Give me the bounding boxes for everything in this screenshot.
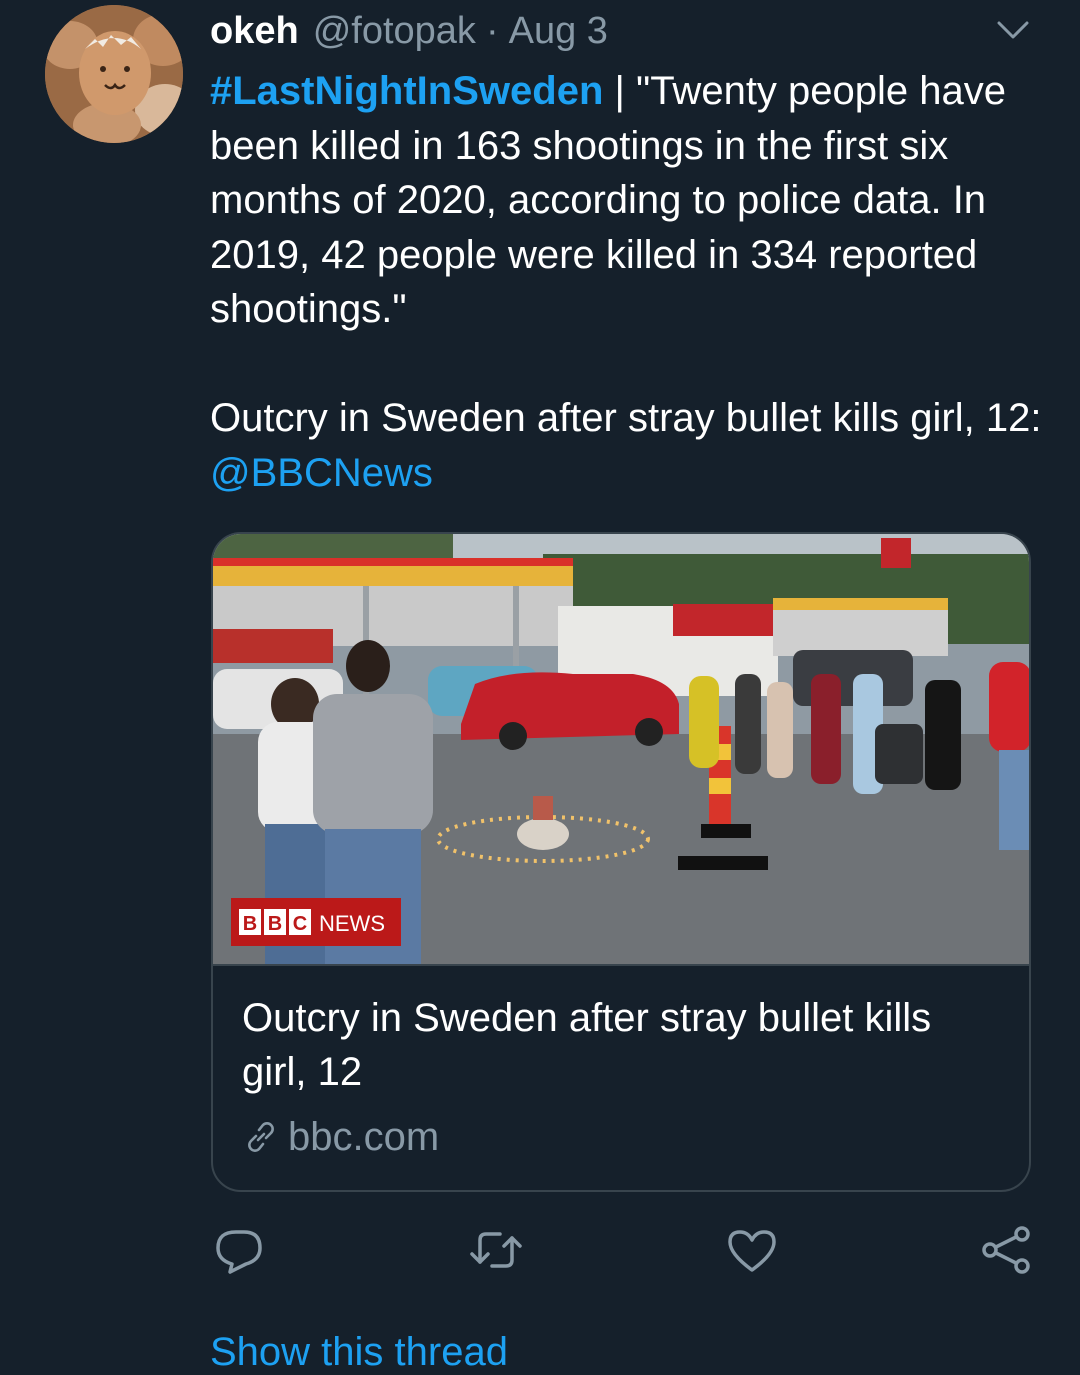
card-domain-text: bbc.com xyxy=(288,1114,440,1159)
mention-link[interactable]: @BBCNews xyxy=(210,451,433,495)
egg-avatar-image xyxy=(45,5,183,143)
reply-icon[interactable] xyxy=(212,1222,268,1278)
like-icon[interactable] xyxy=(724,1222,780,1278)
link-icon xyxy=(248,1122,274,1152)
bbc-letter-b1: B xyxy=(243,913,257,935)
bbc-letter-c: C xyxy=(293,913,307,935)
tweet-paragraph-1: #LastNightInSweden | "Twenty people have… xyxy=(210,64,1050,337)
retweet-icon[interactable] xyxy=(468,1222,524,1278)
tweet-date[interactable]: Aug 3 xyxy=(509,10,608,53)
tweet-text: #LastNightInSweden | "Twenty people have… xyxy=(210,64,1050,500)
link-card[interactable]: B B C NEWS Outcry in Sweden after stray … xyxy=(211,532,1031,1192)
bbc-letter-b2: B xyxy=(268,913,282,935)
action-bar xyxy=(212,1222,1034,1278)
card-title[interactable]: Outcry in Sweden after stray bullet kill… xyxy=(242,991,1002,1099)
header-separator: · xyxy=(485,9,499,52)
card-domain[interactable]: bbc.com xyxy=(242,1111,439,1163)
chevron-down-icon[interactable] xyxy=(996,18,1030,42)
bbc-news-label: NEWS xyxy=(319,911,385,936)
user-handle[interactable]: @fotopak xyxy=(313,10,476,53)
share-icon[interactable] xyxy=(978,1222,1034,1278)
tweet-header: okeh @fotopak · Aug 3 xyxy=(210,6,608,56)
tweet-headline-text: Outcry in Sweden after stray bullet kill… xyxy=(210,396,1042,440)
tweet-paragraph-2: Outcry in Sweden after stray bullet kill… xyxy=(210,391,1050,500)
card-image[interactable]: B B C NEWS xyxy=(213,534,1031,966)
bbc-news-badge: B B C NEWS xyxy=(231,898,401,946)
hashtag-link[interactable]: #LastNightInSweden xyxy=(210,69,603,113)
display-name[interactable]: okeh xyxy=(210,10,299,53)
avatar[interactable] xyxy=(45,5,183,143)
show-thread-link[interactable]: Show this thread xyxy=(210,1330,508,1375)
